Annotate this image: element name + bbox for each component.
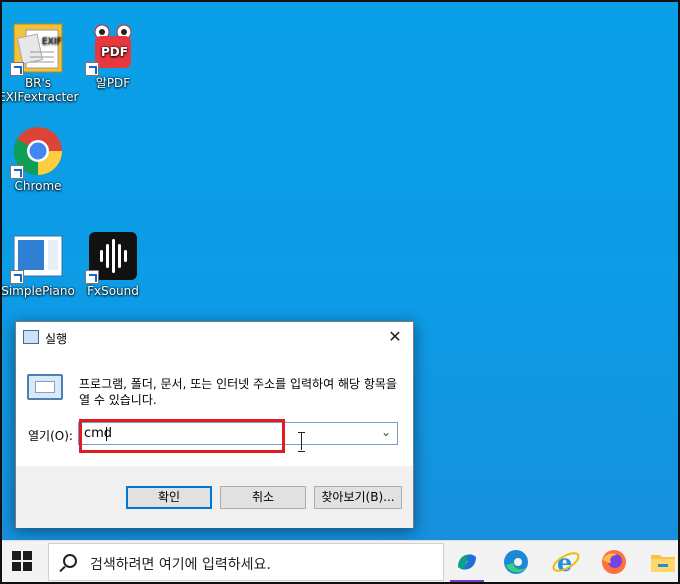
desktop-icon-label: EXIFextracter — [0, 90, 79, 104]
shortcut-arrow-icon — [10, 165, 24, 179]
run-window-icon — [27, 374, 63, 400]
shortcut-arrow-icon — [85, 270, 99, 284]
open-label: 열기(O): — [28, 429, 73, 443]
shortcut-arrow-icon — [10, 62, 24, 76]
svg-text:PDF: PDF — [101, 45, 128, 59]
browse-button[interactable]: 찾아보기(B)... — [314, 486, 402, 509]
run-dialog: 실행 ✕ 프로그램, 폴더, 문서, 또는 인터넷 주소를 입력하여 해당 항목… — [15, 321, 414, 528]
ok-button[interactable]: 확인 — [126, 486, 212, 509]
search-placeholder: 검색하려면 여기에 입력하세요. — [90, 557, 271, 573]
desktop-icon-chrome[interactable]: Chrome — [0, 125, 78, 193]
alpdf-icon: PDF — [85, 22, 139, 76]
simplepiano-icon — [10, 230, 64, 284]
run-app-icon — [23, 330, 39, 344]
close-icon[interactable]: ✕ — [385, 327, 405, 347]
desktop-icon-simplepiano[interactable]: SimplePiano — [0, 230, 78, 298]
dialog-footer: 확인 취소 찾아보기(B)... — [16, 466, 413, 528]
cancel-button[interactable]: 취소 — [220, 486, 306, 509]
desktop-icon-alpdf[interactable]: PDF 알PDF — [73, 22, 153, 90]
annotation-highlight-box — [79, 419, 285, 453]
desktop-icon-exifextracter[interactable]: EXIF BR's EXIFextracter — [0, 22, 78, 104]
desktop-icon-label: SimplePiano — [1, 284, 75, 298]
copilot-icon[interactable] — [452, 547, 482, 577]
fxsound-icon — [85, 230, 139, 284]
chevron-down-icon[interactable]: ⌄ — [381, 425, 391, 439]
dialog-description: 프로그램, 폴더, 문서, 또는 인터넷 주소를 입력하여 해당 항목을 열 수… — [79, 377, 397, 407]
shortcut-arrow-icon — [85, 62, 99, 76]
desktop-icon-label: 알PDF — [95, 76, 131, 90]
desktop-icon-label: BR's — [24, 76, 52, 90]
exif-app-icon: EXIF — [10, 22, 64, 76]
svg-text:e: e — [557, 548, 572, 577]
file-explorer-icon[interactable] — [648, 547, 678, 577]
windows-start-icon[interactable] — [12, 551, 34, 573]
internet-explorer-icon[interactable]: e — [551, 547, 581, 577]
desktop-icon-fxsound[interactable]: FxSound — [73, 230, 153, 298]
chrome-icon — [10, 125, 64, 179]
edge-icon[interactable] — [501, 547, 531, 577]
ibeam-cursor-icon — [297, 432, 307, 452]
taskbar-search-box[interactable]: 검색하려면 여기에 입력하세요. — [48, 543, 444, 581]
desktop-icon-label: FxSound — [87, 284, 139, 298]
desktop-icon-label: Chrome — [14, 179, 62, 193]
firefox-icon[interactable] — [599, 547, 629, 577]
dialog-title-bar[interactable]: 실행 ✕ — [16, 322, 413, 354]
taskbar: 검색하려면 여기에 입력하세요. e — [0, 540, 680, 584]
search-icon — [63, 554, 77, 568]
active-app-indicator — [450, 580, 484, 583]
svg-text:EXIF: EXIF — [42, 37, 62, 47]
dialog-title: 실행 — [45, 332, 68, 346]
shortcut-arrow-icon — [10, 270, 24, 284]
